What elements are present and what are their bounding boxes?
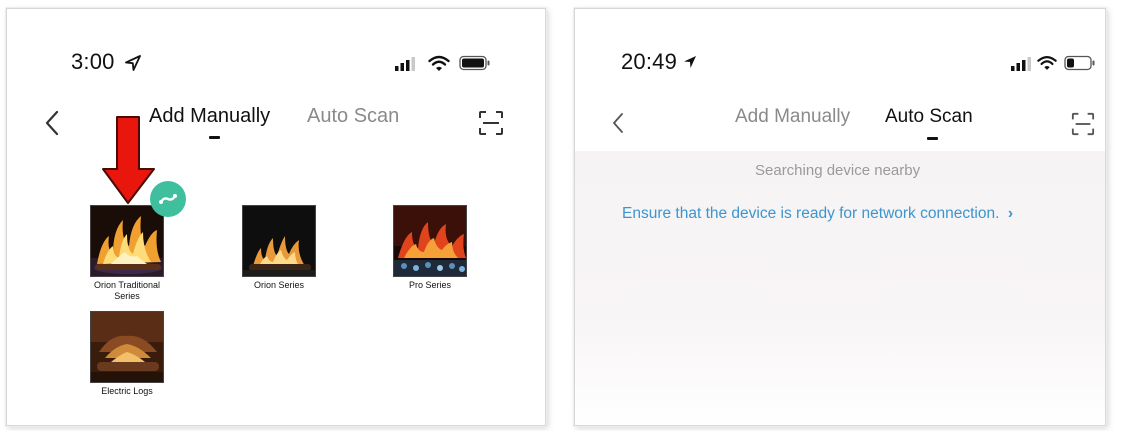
tab-add-manually[interactable]: Add Manually	[735, 106, 850, 128]
ensure-device-ready-text: Ensure that the device is ready for netw…	[622, 205, 1000, 222]
fireplace-image	[393, 205, 467, 277]
location-arrow-icon	[684, 56, 696, 68]
active-tab-indicator	[209, 136, 220, 139]
location-arrow-icon	[125, 55, 141, 71]
product-tile-electric-logs[interactable]	[90, 311, 164, 383]
product-label-orion-traditional: Orion Traditional Series	[67, 280, 187, 302]
tab-auto-scan[interactable]: Auto Scan	[885, 106, 973, 128]
tab-add-manually[interactable]: Add Manually	[149, 105, 270, 128]
red-annotation-arrow	[102, 116, 155, 204]
product-label-orion-series: Orion Series	[253, 280, 305, 290]
battery-icon	[1064, 55, 1095, 71]
status-time: 20:49	[621, 49, 678, 74]
fireplace-image	[242, 205, 316, 277]
connection-status-badge	[150, 181, 186, 217]
network-readiness-link[interactable]: Ensure that the device is ready for netw…	[622, 205, 1013, 223]
status-time: 3:00	[71, 49, 115, 74]
product-label-pro-series: Pro Series	[408, 280, 452, 290]
cellular-signal-icon	[395, 57, 415, 71]
fireplace-image	[90, 311, 164, 383]
product-tile-pro-series[interactable]	[393, 205, 467, 277]
right-screenshot-auto-scan: 20:49 Add Manually Auto Scan Searching d…	[574, 8, 1106, 426]
active-tab-indicator	[927, 137, 938, 140]
label-line-1: Orion Traditional	[93, 280, 161, 290]
product-tile-orion-series[interactable]	[242, 205, 316, 277]
tab-auto-scan[interactable]: Auto Scan	[307, 105, 399, 128]
back-chevron-icon[interactable]	[612, 112, 624, 134]
wifi-icon	[428, 55, 450, 71]
battery-icon	[459, 55, 490, 71]
scan-results-area	[575, 151, 1105, 425]
label-line-2: Series	[114, 291, 140, 301]
left-screenshot-add-manually: 3:00 Add Manually Auto Scan Orion Tradit…	[6, 8, 546, 426]
wifi-icon	[1037, 56, 1057, 70]
link-icon	[159, 194, 177, 204]
searching-status-text: Searching device nearby	[755, 162, 921, 179]
back-chevron-icon[interactable]	[45, 110, 59, 136]
cellular-signal-icon	[1011, 57, 1031, 71]
product-label-electric-logs: Electric Logs	[101, 386, 153, 396]
scan-qr-icon[interactable]	[1071, 112, 1095, 136]
chevron-right-icon: ›	[1007, 205, 1013, 222]
scan-qr-icon[interactable]	[478, 110, 504, 136]
